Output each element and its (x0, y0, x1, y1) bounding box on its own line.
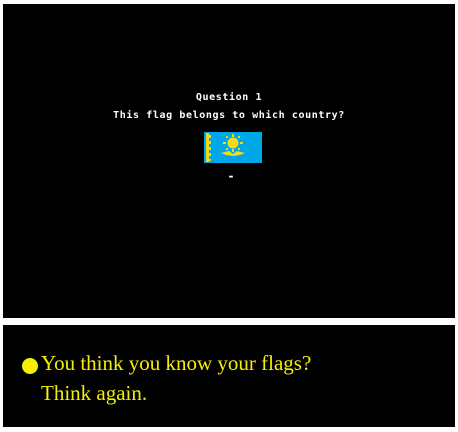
answer-input-cursor[interactable]: - (227, 168, 235, 184)
question-title: Question 1 (195, 92, 263, 103)
caption-text: You think you know your flags? Think aga… (41, 348, 441, 408)
game-screen: Question 1 This flag belongs to which co… (3, 4, 455, 318)
yellow-dot-icon (22, 358, 38, 374)
caption-box: You think you know your flags? Think aga… (3, 325, 455, 427)
caption-line-2: Think again. (41, 381, 148, 405)
caption-line-1: You think you know your flags? (41, 351, 312, 375)
question-text: This flag belongs to which country? (113, 110, 345, 121)
kazakhstan-flag-icon (204, 132, 262, 163)
screenshot-frame: Question 1 This flag belongs to which co… (0, 0, 458, 432)
